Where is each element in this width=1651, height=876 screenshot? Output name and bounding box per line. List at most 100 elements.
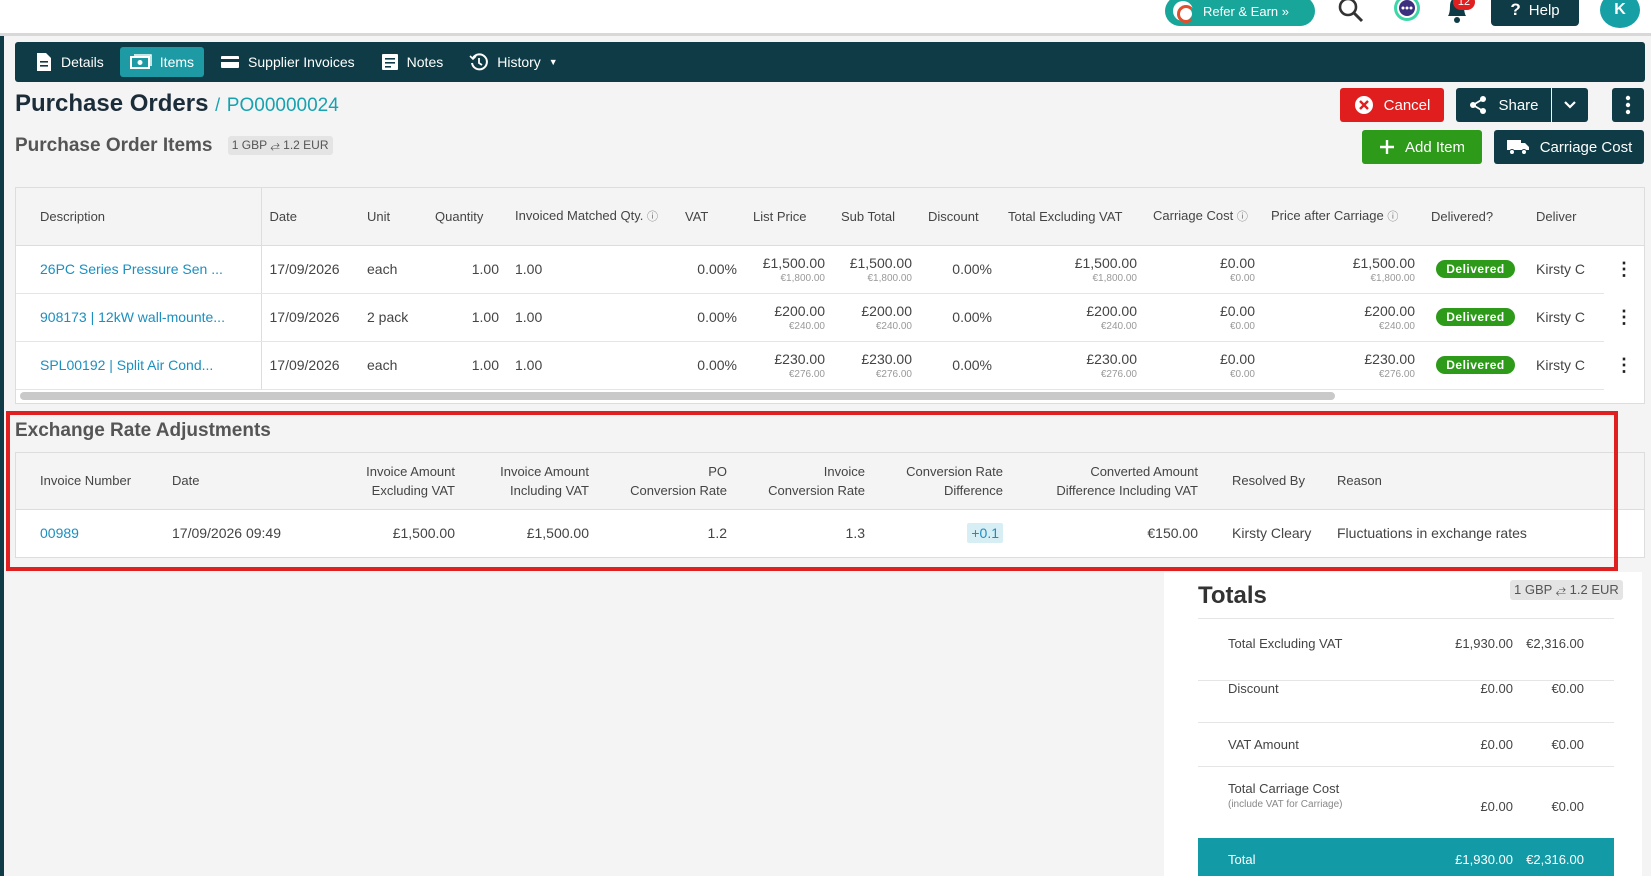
item-sub-total-eur: €1,800.00	[867, 272, 913, 284]
col-price-after-carriage[interactable]: Price after Carriage ⓘ	[1263, 188, 1423, 246]
document-icon	[37, 53, 51, 71]
item-date: 17/09/2026	[261, 293, 359, 342]
table-row[interactable]: SPL00192 | Split Air Cond... 17/09/2026 …	[16, 341, 1644, 390]
col-quantity[interactable]: Quantity	[427, 188, 507, 246]
col-sub-total[interactable]: Sub Total	[833, 188, 920, 246]
item-after-carriage-eur: €1,800.00	[1370, 272, 1416, 284]
tab-details[interactable]: Details	[25, 47, 114, 77]
question-icon: ?	[1510, 0, 1521, 19]
add-item-button[interactable]: Add Item	[1362, 130, 1482, 164]
col-description[interactable]: Description	[16, 188, 262, 246]
item-sub-total-eur: €276.00	[875, 368, 912, 380]
info-icon[interactable]: ⓘ	[1237, 211, 1248, 223]
col-discount[interactable]: Discount	[920, 188, 1000, 246]
kebab-icon	[1625, 95, 1631, 115]
tab-supplier-invoices-label: Supplier Invoices	[248, 54, 355, 70]
item-date: 17/09/2026	[261, 341, 359, 390]
po-number-link[interactable]: PO00000024	[227, 95, 339, 116]
search-icon[interactable]	[1337, 0, 1365, 24]
item-vat: 0.00%	[677, 341, 745, 390]
grand-total-eur: €2,316.00	[1526, 852, 1584, 867]
row-actions-kebab-icon[interactable]: ⋮	[1604, 294, 1644, 342]
horizontal-scrollbar[interactable]	[20, 392, 1335, 400]
item-after-carriage-gbp: £1,500.00	[1352, 254, 1415, 271]
item-after-carriage: £1,500.00 €1,800.00	[1263, 245, 1423, 294]
exchange-rate-chip: 1 GBP ⥄ 1.2 EUR	[227, 136, 333, 156]
item-vat: 0.00%	[677, 245, 745, 294]
item-carriage-gbp: £0.00	[1219, 350, 1255, 367]
item-description-link[interactable]: 908173 | 12kW wall-mounte...	[40, 309, 225, 325]
help-button[interactable]: ? Help	[1491, 0, 1579, 26]
totals-label: VAT Amount	[1228, 737, 1299, 752]
cancel-button[interactable]: Cancel	[1340, 88, 1444, 122]
item-total-ex-vat: £1,500.00 €1,800.00	[1000, 245, 1145, 294]
item-sub-total-gbp: £1,500.00	[849, 254, 912, 271]
col-vat[interactable]: VAT	[677, 188, 745, 246]
carriage-cost-button[interactable]: Carriage Cost	[1494, 130, 1644, 164]
refer-earn-button[interactable]: Refer & Earn »	[1165, 0, 1315, 26]
col-total-ex-vat[interactable]: Total Excluding VAT	[1000, 188, 1145, 246]
item-carriage: £0.00 €0.00	[1145, 245, 1263, 294]
section-title-items: Purchase Order Items 1 GBP ⥄ 1.2 EUR	[15, 135, 333, 157]
totals-eur: €2,316.00	[1526, 636, 1584, 651]
tab-notes[interactable]: Notes	[371, 47, 454, 77]
item-carriage: £0.00 €0.00	[1145, 341, 1263, 390]
share-dropdown-button[interactable]	[1552, 88, 1588, 122]
totals-title: Totals	[1198, 582, 1267, 609]
share-label: Share	[1498, 96, 1539, 114]
totals-row-ex-vat: Total Excluding VAT £1,930.00 €2,316.00	[1198, 618, 1614, 662]
info-icon[interactable]: ⓘ	[1387, 211, 1398, 223]
item-invoiced: 1.00	[507, 245, 677, 294]
item-total-ex-vat-eur: €276.00	[1100, 368, 1137, 380]
item-total-ex-vat-gbp: £200.00	[1086, 302, 1137, 319]
col-delivered-by[interactable]: Deliver	[1528, 188, 1644, 246]
row-actions-kebab-icon[interactable]: ⋮	[1604, 342, 1644, 390]
share-button[interactable]: Share	[1456, 88, 1551, 122]
info-icon[interactable]: ⓘ	[647, 211, 658, 223]
highlight-box	[6, 411, 1618, 571]
col-carriage-cost-label: Carriage Cost	[1153, 208, 1234, 224]
item-total-ex-vat: £230.00 €276.00	[1000, 341, 1145, 390]
item-after-carriage-gbp: £200.00	[1364, 302, 1415, 319]
item-total-ex-vat-eur: €1,800.00	[1092, 272, 1138, 284]
col-unit[interactable]: Unit	[359, 188, 427, 246]
item-after-carriage-eur: €240.00	[1378, 320, 1415, 332]
col-date[interactable]: Date	[261, 188, 359, 246]
totals-gbp: £1,930.00	[1455, 636, 1513, 651]
totals-label: Total Excluding VAT	[1228, 636, 1343, 651]
share-icon	[1470, 96, 1487, 114]
item-description-link[interactable]: 26PC Series Pressure Sen ...	[40, 261, 223, 277]
item-after-carriage-eur: €276.00	[1378, 368, 1415, 380]
col-delivered[interactable]: Delivered?	[1423, 188, 1528, 246]
col-carriage-cost[interactable]: Carriage Cost ⓘ	[1145, 188, 1263, 246]
col-list-price[interactable]: List Price	[745, 188, 833, 246]
item-invoiced: 1.00	[507, 293, 677, 342]
item-date: 17/09/2026	[261, 245, 359, 294]
chevron-down-icon	[1564, 101, 1576, 109]
table-row[interactable]: 26PC Series Pressure Sen ... 17/09/2026 …	[16, 245, 1644, 294]
tab-notes-label: Notes	[406, 54, 444, 70]
item-unit: each	[359, 341, 427, 390]
tab-history[interactable]: History ▼	[459, 47, 567, 77]
status-badge: Delivered	[1436, 308, 1515, 326]
user-avatar[interactable]: K	[1600, 0, 1640, 28]
tab-supplier-invoices[interactable]: Supplier Invoices	[210, 47, 365, 77]
items-table-panel: Description Date Unit Quantity Invoiced …	[15, 187, 1645, 404]
table-row[interactable]: 908173 | 12kW wall-mounte... 17/09/2026 …	[16, 293, 1644, 342]
item-description-link[interactable]: SPL00192 | Split Air Cond...	[40, 357, 213, 373]
tab-items[interactable]: Items	[119, 47, 205, 77]
item-sub-total-eur: €240.00	[875, 320, 912, 332]
item-list-price-eur: €276.00	[788, 368, 825, 380]
row-actions-kebab-icon[interactable]: ⋮	[1604, 246, 1644, 294]
item-discount: 0.00%	[920, 341, 1000, 390]
totals-gbp: £0.00	[1480, 799, 1513, 814]
chat-icon[interactable]	[1390, 0, 1424, 26]
item-carriage-eur: €0.00	[1229, 320, 1255, 332]
totals-row-carriage: Total Carriage Cost (include VAT for Car…	[1198, 766, 1614, 832]
refer-logo-icon	[1173, 1, 1195, 23]
totals-gbp: £0.00	[1480, 737, 1513, 752]
more-actions-button[interactable]	[1612, 88, 1644, 122]
item-after-carriage-gbp: £230.00	[1364, 350, 1415, 367]
col-invoiced-matched[interactable]: Invoiced Matched Qty. ⓘ	[507, 188, 677, 246]
truck-icon	[1506, 140, 1529, 155]
